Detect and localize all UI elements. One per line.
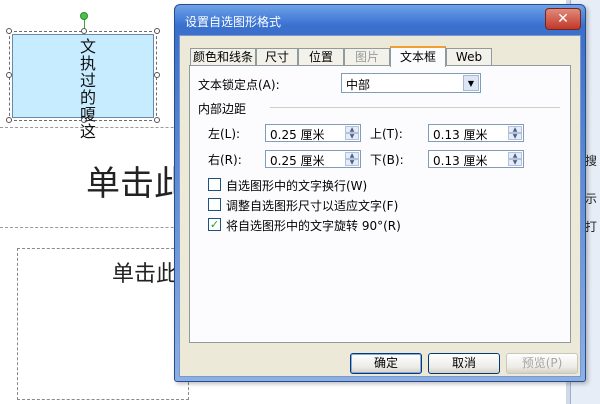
spin-buttons: ▲ ▼ xyxy=(508,152,522,166)
subtitle-placeholder-text[interactable]: 单击此 xyxy=(112,256,178,288)
task-pane-item-2[interactable]: 示 xyxy=(585,190,597,207)
spin-up-icon[interactable]: ▲ xyxy=(345,152,359,159)
section-divider xyxy=(270,107,560,108)
resize-handle-sw[interactable] xyxy=(6,117,12,123)
left-margin-value: 0.25 厘米 xyxy=(270,128,325,142)
resize-to-fit-checkbox[interactable] xyxy=(208,198,221,211)
chevron-down-icon[interactable]: ▼ xyxy=(463,75,479,91)
task-pane-item-3[interactable]: 打 xyxy=(585,218,597,235)
top-margin-value: 0.13 厘米 xyxy=(433,128,488,142)
internal-margin-label: 内部边距 xyxy=(198,102,247,116)
tab-textbox[interactable]: 文本框 xyxy=(390,46,446,67)
top-margin-label: 上(T): xyxy=(370,127,403,141)
spin-down-icon[interactable]: ▼ xyxy=(345,159,359,166)
textbox-tab-panel: 文本锁定点(A): 中部 ▼ 内部边距 左(L): 0.25 厘米 ▲ ▼ 上(… xyxy=(189,65,571,343)
spin-down-icon[interactable]: ▼ xyxy=(345,133,359,140)
tab-picture: 图片 xyxy=(344,48,390,66)
textbox-vertical-text: 文执过的嗄这 xyxy=(77,38,96,140)
wrap-text-checkbox[interactable] xyxy=(208,178,221,191)
dialog-client: 颜色和线条 尺寸 位置 图片 文本框 Web 文本锁定点(A): 中部 ▼ 内部… xyxy=(179,35,581,377)
anchor-value: 中部 xyxy=(346,78,371,92)
spin-buttons: ▲ ▼ xyxy=(345,126,359,140)
spin-buttons: ▲ ▼ xyxy=(345,152,359,166)
rotation-handle[interactable] xyxy=(80,12,88,20)
left-margin-label: 左(L): xyxy=(208,127,241,141)
ok-button[interactable]: 确定 xyxy=(350,353,422,374)
format-autoshape-dialog: 设置自选图形格式 ✕ 颜色和线条 尺寸 位置 图片 文本框 Web 文本锁定点(… xyxy=(174,4,586,382)
rotate-text-label[interactable]: 将自选图形中的文字旋转 90°(R) xyxy=(226,217,401,234)
spin-up-icon[interactable]: ▲ xyxy=(345,126,359,133)
resize-handle-se[interactable] xyxy=(154,117,160,123)
task-pane-item-1[interactable]: 搜 xyxy=(585,152,597,169)
tab-size[interactable]: 尺寸 xyxy=(256,48,298,66)
close-icon[interactable]: ✕ xyxy=(545,8,581,30)
dialog-title: 设置自选图形格式 xyxy=(185,15,282,29)
resize-handle-nw[interactable] xyxy=(6,28,12,34)
cancel-button[interactable]: 取消 xyxy=(428,353,500,374)
resize-to-fit-label[interactable]: 调整自选图形尺寸以适应文字(F) xyxy=(226,197,398,214)
rotate-text-checkbox[interactable]: ✓ xyxy=(208,218,221,231)
dialog-titlebar[interactable]: 设置自选图形格式 ✕ xyxy=(175,5,585,35)
spin-buttons: ▲ ▼ xyxy=(508,126,522,140)
spin-up-icon[interactable]: ▲ xyxy=(508,126,522,133)
anchor-label: 文本锁定点(A): xyxy=(198,78,280,92)
title-placeholder-text[interactable]: 单击此 xyxy=(86,156,188,205)
right-margin-stepper[interactable]: 0.25 厘米 ▲ ▼ xyxy=(265,150,361,168)
left-margin-stepper[interactable]: 0.25 厘米 ▲ ▼ xyxy=(265,124,361,142)
tab-position[interactable]: 位置 xyxy=(298,48,344,66)
right-margin-label: 右(R): xyxy=(208,153,242,167)
bottom-margin-label: 下(B): xyxy=(370,153,404,167)
spin-down-icon[interactable]: ▼ xyxy=(508,159,522,166)
tab-web[interactable]: Web xyxy=(446,48,492,66)
resize-handle-w[interactable] xyxy=(6,72,12,78)
tab-colors-lines[interactable]: 颜色和线条 xyxy=(190,48,256,66)
wrap-text-label[interactable]: 自选图形中的文字换行(W) xyxy=(226,177,367,194)
preview-button: 预览(P) xyxy=(506,353,578,374)
bottom-margin-stepper[interactable]: 0.13 厘米 ▲ ▼ xyxy=(428,150,524,168)
resize-handle-ne[interactable] xyxy=(154,28,160,34)
bottom-margin-value: 0.13 厘米 xyxy=(433,154,488,168)
resize-handle-n[interactable] xyxy=(81,28,87,34)
anchor-select[interactable]: 中部 ▼ xyxy=(341,73,481,93)
spin-up-icon[interactable]: ▲ xyxy=(508,152,522,159)
resize-handle-e[interactable] xyxy=(154,72,160,78)
right-margin-value: 0.25 厘米 xyxy=(270,154,325,168)
top-margin-stepper[interactable]: 0.13 厘米 ▲ ▼ xyxy=(428,124,524,142)
spin-down-icon[interactable]: ▼ xyxy=(508,133,522,140)
